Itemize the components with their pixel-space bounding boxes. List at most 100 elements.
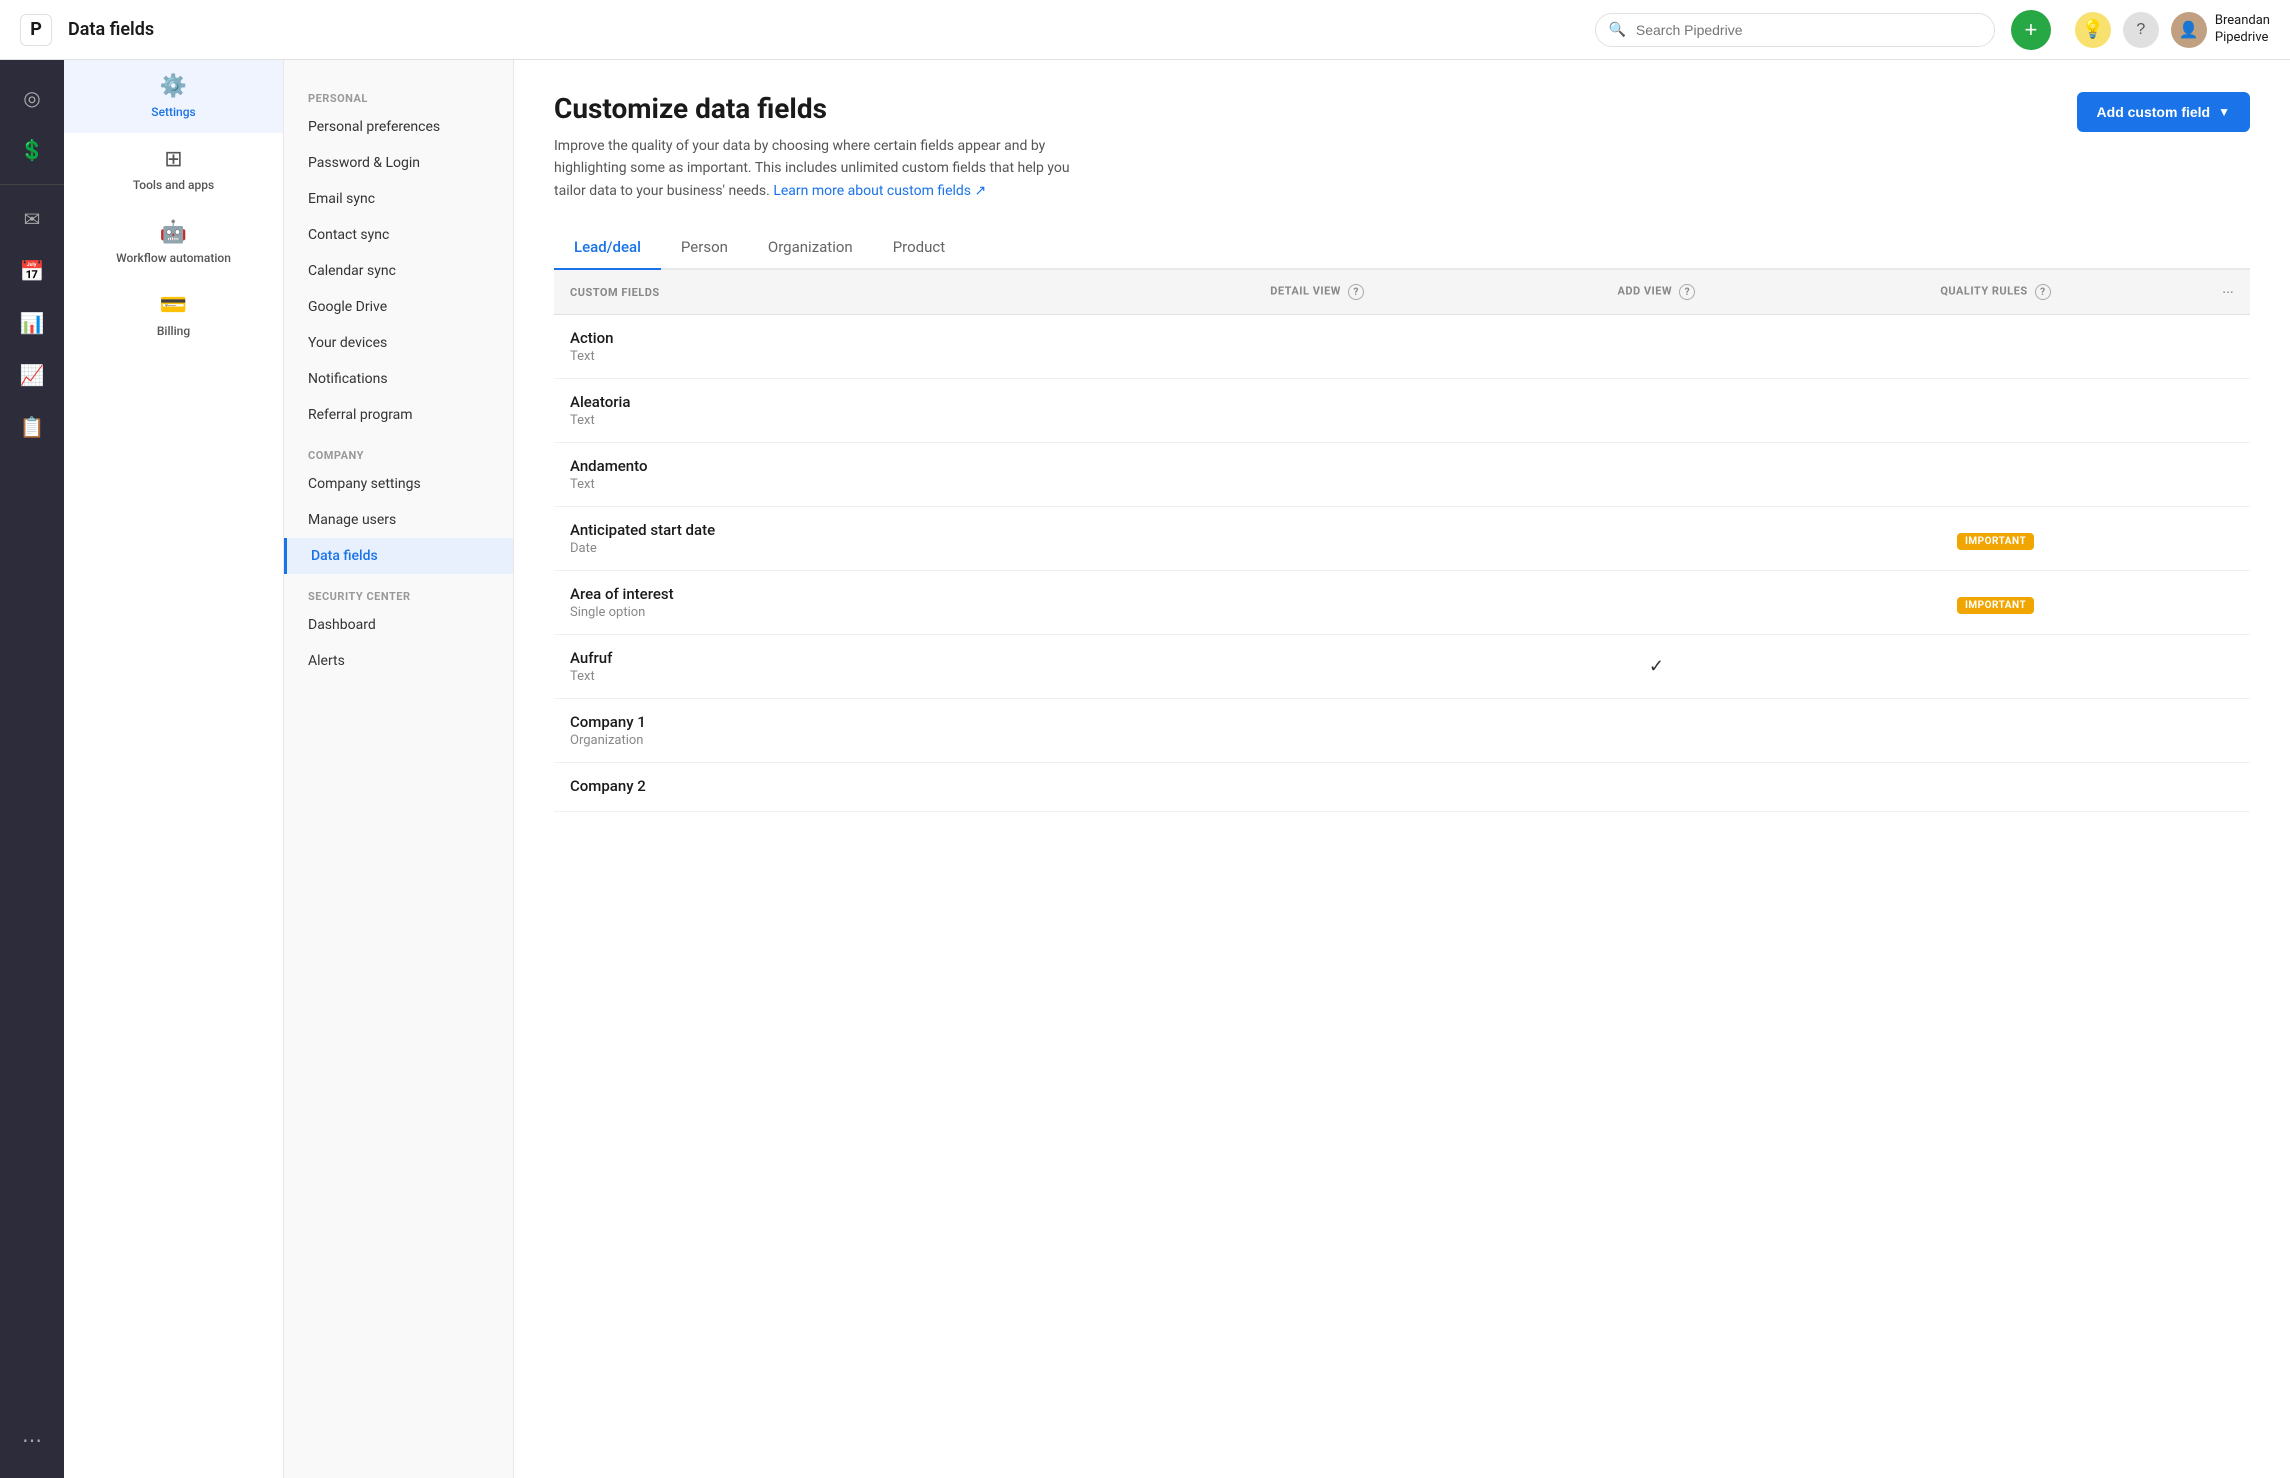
field-type: Text [570,669,1132,684]
menu-item-notifications[interactable]: Notifications [284,361,513,397]
calendar-icon: 📅 [20,259,45,283]
menu-section-security: SECURITY CENTER Dashboard Alerts [284,582,513,679]
detail-view-help-icon[interactable]: ? [1348,284,1364,300]
th-more[interactable]: ··· [2165,270,2250,315]
detail-view-cell [1148,763,1487,812]
detail-view-cell [1148,379,1487,443]
important-badge: IMPORTANT [1957,597,2034,614]
nav-item-radar[interactable]: ◎ [10,76,54,120]
quality-rules-cell [1826,699,2165,763]
field-cell: Andamento Text [554,443,1148,507]
menu-item-contact-sync[interactable]: Contact sync [284,217,513,253]
help-button[interactable]: ? [2123,12,2159,48]
table-row: Company 2 [554,763,2250,812]
trending-icon: 📈 [20,363,45,387]
nav-item-more[interactable]: ⋯ [10,1418,54,1462]
tab-lead-deal[interactable]: Lead/deal [554,226,661,270]
tools-icon: ⊞ [164,147,182,172]
add-view-cell [1487,699,1826,763]
dots-icon: ⋯ [22,1428,42,1452]
field-type: Date [570,541,1132,556]
menu-item-your-devices[interactable]: Your devices [284,325,513,361]
add-view-cell: ✓ [1487,635,1826,699]
field-name: Anticipated start date [570,521,1132,539]
nav-item-reports[interactable]: 📊 [10,301,54,345]
menu-item-manage-users[interactable]: Manage users [284,502,513,538]
settings-nav-billing[interactable]: 💳 Billing [64,279,283,352]
search-input[interactable] [1595,13,1995,47]
checkmark-icon: ✓ [1503,656,1810,677]
menu-item-dashboard[interactable]: Dashboard [284,607,513,643]
menu-item-alerts[interactable]: Alerts [284,643,513,679]
search-icon: 🔍 [1609,22,1626,38]
quality-rules-help-icon[interactable]: ? [2035,284,2051,300]
menu-item-google-drive[interactable]: Google Drive [284,289,513,325]
add-view-cell [1487,763,1826,812]
add-view-cell [1487,443,1826,507]
important-badge: IMPORTANT [1957,533,2034,550]
table-row: Aleatoria Text [554,379,2250,443]
settings-nav-settings[interactable]: ⚙️ Settings [64,60,283,133]
table-row: Aufruf Text ✓ [554,635,2250,699]
main-content: Customize data fields Improve the qualit… [514,60,2290,1478]
field-cell: Area of interest Single option [554,571,1148,635]
nav-item-trending[interactable]: 📈 [10,353,54,397]
mail-icon: ✉ [24,207,41,231]
field-cell: Aleatoria Text [554,379,1148,443]
more-cell [2165,379,2250,443]
user-avatar[interactable]: 👤 Breandan Pipedrive [2171,12,2270,48]
nav-item-calendar[interactable]: 📅 [10,249,54,293]
field-name: Area of interest [570,585,1132,603]
field-name: Company 1 [570,713,1132,731]
settings-nav-tools[interactable]: ⊞ Tools and apps [64,133,283,206]
settings-label: Settings [151,105,195,119]
tab-product[interactable]: Product [873,226,965,270]
more-cell [2165,507,2250,571]
quality-rules-cell: IMPORTANT [1826,571,2165,635]
add-custom-field-button[interactable]: Add custom field ▼ [2077,92,2250,132]
section-title-personal: PERSONAL [284,84,513,109]
menu-item-data-fields[interactable]: Data fields [284,538,513,574]
nav-item-mail[interactable]: ✉ [10,197,54,241]
field-cell: Aufruf Text [554,635,1148,699]
quality-rules-cell [1826,635,2165,699]
global-add-button[interactable]: + [2011,10,2051,50]
main-page-title: Customize data fields [554,92,2077,125]
menu-item-personal-prefs[interactable]: Personal preferences [284,109,513,145]
tips-icon-button[interactable]: 💡 [2075,12,2111,48]
add-view-help-icon[interactable]: ? [1679,284,1695,300]
settings-nav-list: ⚙️ Settings ⊞ Tools and apps 🤖 Workflow … [64,60,283,352]
menu-item-password-login[interactable]: Password & Login [284,145,513,181]
add-view-cell [1487,379,1826,443]
detail-view-cell [1148,699,1487,763]
menu-item-email-sync[interactable]: Email sync [284,181,513,217]
menu-item-company-settings[interactable]: Company settings [284,466,513,502]
chevron-down-icon: ▼ [2218,105,2230,119]
detail-view-cell [1148,635,1487,699]
learn-more-link[interactable]: Learn more about custom fields ↗ [773,183,986,199]
detail-view-cell [1148,571,1487,635]
page-header: Customize data fields Improve the qualit… [554,92,2250,202]
tab-organization[interactable]: Organization [748,226,873,270]
field-cell: Company 1 Organization [554,699,1148,763]
nav-item-clipboard[interactable]: 📋 [10,405,54,449]
menu-item-calendar-sync[interactable]: Calendar sync [284,253,513,289]
settings-nav-workflow[interactable]: 🤖 Workflow automation [64,206,283,279]
settings-sidebar: ⚙️ Settings ⊞ Tools and apps 🤖 Workflow … [64,60,284,1478]
bulb-icon: 💡 [2082,19,2104,40]
tab-person[interactable]: Person [661,226,748,270]
header-left: Customize data fields Improve the qualit… [554,92,2077,202]
more-cell [2165,571,2250,635]
settings-icon: ⚙️ [160,74,187,99]
more-cell [2165,315,2250,379]
detail-view-cell [1148,315,1487,379]
left-menu: PERSONAL Personal preferences Password &… [284,60,514,1478]
field-name: Andamento [570,457,1132,475]
nav-item-dollar[interactable]: 💲 [10,128,54,172]
menu-item-referral-program[interactable]: Referral program [284,397,513,433]
quality-rules-cell: IMPORTANT [1826,507,2165,571]
field-name: Company 2 [570,777,1132,795]
table-row: Andamento Text [554,443,2250,507]
table-header: CUSTOM FIELDS DETAIL VIEW ? ADD VIEW ? Q… [554,270,2250,315]
field-type: Text [570,413,1132,428]
